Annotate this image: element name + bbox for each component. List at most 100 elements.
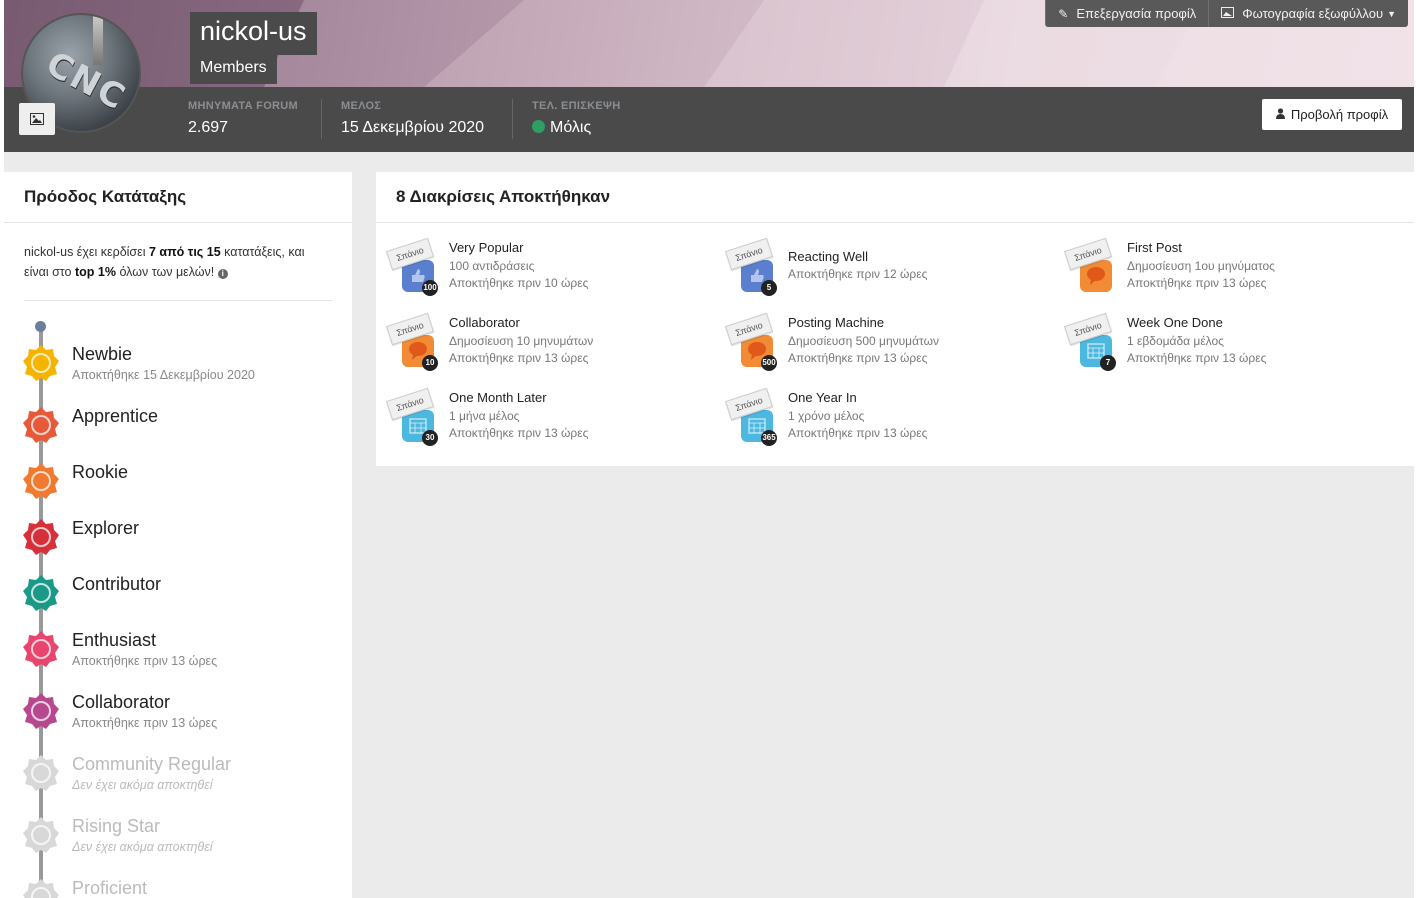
divider [24,300,332,301]
achievement-name: Collaborator [449,315,520,330]
achievement-date: Αποκτήθηκε πριν 13 ώρες [1127,351,1267,365]
rank-item: Rookie [4,462,352,512]
achievement-desc: 100 αντιδράσεις [449,259,535,273]
achievement-item[interactable]: Σπάνιο 10 Collaborator Δημοσίευση 10 μηνυμά… [382,312,712,375]
user-icon [1275,107,1285,122]
cover-photo-button[interactable]: Φωτογραφία εξωφύλλου ▼ [1208,0,1408,27]
achievement-desc: Δημοσίευση 1ου μηνύματος [1127,259,1275,273]
rank-name: Collaborator [72,692,171,712]
achievement-date: Αποκτήθηκε πριν 13 ώρες [449,426,589,440]
achievement-item[interactable]: Σπάνιο 500 Posting Machine Δημοσίευση 500 μ… [721,312,1051,375]
achievement-date: Αποκτήθηκε πριν 12 ώρες [788,267,928,281]
rank-item: Community Regular Δεν έχει ακόμα αποκτηθε… [4,754,352,804]
rank-name: Rising Star [72,816,161,836]
summary-rank-count: 7 από τις 15 [148,245,221,259]
leaf-icon [23,575,59,611]
achievement-count: 5 [761,280,777,296]
rank-item: Rising Star Δεν έχει ακόμα αποκτηθεί [4,816,352,866]
rank-name: Explorer [72,518,140,538]
calendar-icon: Σπάνιο 7 [1063,312,1116,371]
stat-last-visit: ΤΕΛ. ΕΠΙΣΚΕΨΗ Μόλις [532,100,620,137]
rocking-horse-icon [23,463,59,499]
edit-profile-label: Επεξεργασία προφίλ [1076,6,1197,21]
puzzle-icon [23,693,59,729]
achievement-item[interactable]: Σπάνιο 5 Reacting Well Αποκτήθηκε πριν 12 ώ… [721,237,1051,300]
rank-date: Δεν έχει ακόμα αποκτηθεί [72,778,213,792]
avatar-tool-graphic [93,15,103,65]
achievement-name: First Post [1127,240,1182,255]
stat-label: ΜΕΛΟΣ [341,100,382,112]
achievement-date: Αποκτήθηκε πριν 13 ώρες [1127,276,1267,290]
rank-name: Enthusiast [72,630,157,650]
view-profile-label: Προβολή προφίλ [1290,107,1389,122]
achievement-item[interactable]: Σπάνιο First Post Δημοσίευση 1ου μηνύματος… [1060,237,1390,300]
thumbs-up-icon: Σπάνιο 100 [385,237,438,296]
user-group: Members [200,59,267,76]
achievement-count: 500 [761,355,777,371]
achievement-count: 10 [422,355,438,371]
change-photo-button[interactable] [19,103,55,135]
summary-percentile: top 1% [74,265,116,279]
rank-item: Contributor [4,574,352,624]
rank-name: Rookie [72,462,129,482]
achievement-desc: Δημοσίευση 500 μηνυμάτων [788,334,939,348]
achievement-date: Αποκτήθηκε πριν 13 ώρες [449,351,589,365]
rank-item: Apprentice [4,406,352,456]
image-icon [30,113,44,125]
edit-profile-button[interactable]: ✎ Επεξεργασία προφίλ [1045,0,1209,27]
achievements-panel: 8 Διακρίσεις Αποκτήθηκαν Σπάνιο 100 Very P… [376,172,1414,466]
rank-item: Proficient [4,878,352,898]
achievement-desc: Δημοσίευση 10 μηνυμάτων [449,334,594,348]
achievement-name: Week One Done [1127,315,1223,330]
achievement-item[interactable]: Σπάνιο 7 Week One Done 1 εβδομάδα μέλος Αποκ… [1060,312,1390,375]
achievement-date: Αποκτήθηκε πριν 10 ώρες [449,276,589,290]
rank-date: Αποκτήθηκε 15 Δεκεμβρίου 2020 [72,368,255,382]
achievement-date: Αποκτήθηκε πριν 13 ώρες [788,426,928,440]
rank-item: Explorer [4,518,352,568]
summary-text: έχει κερδίσει [73,245,149,259]
last-visit-value: Μόλις [550,119,592,136]
rank-name: Community Regular [72,754,232,774]
achievement-item[interactable]: Σπάνιο 30 One Month Later 1 μήνα μέλος Αποκτ… [382,387,712,450]
rank-item: Collaborator Αποκτήθηκε πριν 13 ώρες [4,692,352,742]
summary-text: όλων των μελών! [115,265,215,279]
rank-item: Enthusiast Αποκτήθηκε πριν 13 ώρες [4,630,352,680]
stat-label: ΤΕΛ. ΕΠΙΣΚΕΨΗ [532,100,621,112]
profile-actions: ✎ Επεξεργασία προφίλ Φωτογραφία εξωφύλλο… [1045,0,1408,27]
rank-date: Αποκτήθηκε πριν 13 ώρες [72,654,218,668]
achievement-name: One Year In [788,390,857,405]
achievement-name: Very Popular [449,240,524,255]
achievement-item[interactable]: Σπάνιο 100 Very Popular 100 αντιδράσεις Αποκ… [382,237,712,300]
rank-item: Newbie Αποκτήθηκε 15 Δεκεμβρίου 2020 [4,344,352,394]
achievement-count: 100 [422,280,438,296]
regular-icon [23,755,59,791]
cover-photo-label: Φωτογραφία εξωφύλλου [1242,6,1384,21]
username: nickol-us [200,16,307,46]
rank-date: Δεν έχει ακόμα αποκτηθεί [72,840,213,854]
pencil-icon: ✎ [1058,6,1069,21]
timeline-start-dot [35,321,46,332]
achievement-count: 7 [1100,355,1116,371]
view-profile-button[interactable]: Προβολή προφίλ [1262,99,1402,130]
info-icon[interactable]: i [217,269,228,279]
rank-date: Αποκτήθηκε πριν 13 ώρες [72,716,218,730]
achievement-desc: 1 εβδομάδα μέλος [1127,334,1224,348]
speech-bubble-icon: Σπάνιο [1063,237,1116,294]
achievement-count: 365 [761,430,777,446]
rank-progress-title: Πρόοδος Κατάταξης [4,172,352,223]
achievements-title: 8 Διακρίσεις Αποκτήθηκαν [376,172,1414,223]
rank-name: Apprentice [72,406,159,426]
achievement-item[interactable]: Σπάνιο 365 One Year In 1 χρόνο μέλος Αποκτήθ… [721,387,1051,450]
user-group-box: Members [190,55,277,84]
speech-bubble-icon: Σπάνιο 500 [724,312,777,371]
stat-divider [321,99,322,139]
rank-name: Contributor [72,574,162,594]
caret-down-icon: ▼ [1387,8,1396,19]
image-icon [1221,6,1235,21]
thumbs-up-icon: Σπάνιο 5 [724,237,777,296]
stat-forum-posts: ΜΗΝΥΜΑΤΑ FORUM 2.697 [188,100,298,137]
rank-progress-panel: Πρόοδος Κατάταξης nickol-us έχει κερδίσε… [4,172,352,898]
calendar-icon: Σπάνιο 365 [724,387,777,446]
achievement-date: Αποκτήθηκε πριν 13 ώρες [788,351,928,365]
stat-divider [512,99,513,139]
